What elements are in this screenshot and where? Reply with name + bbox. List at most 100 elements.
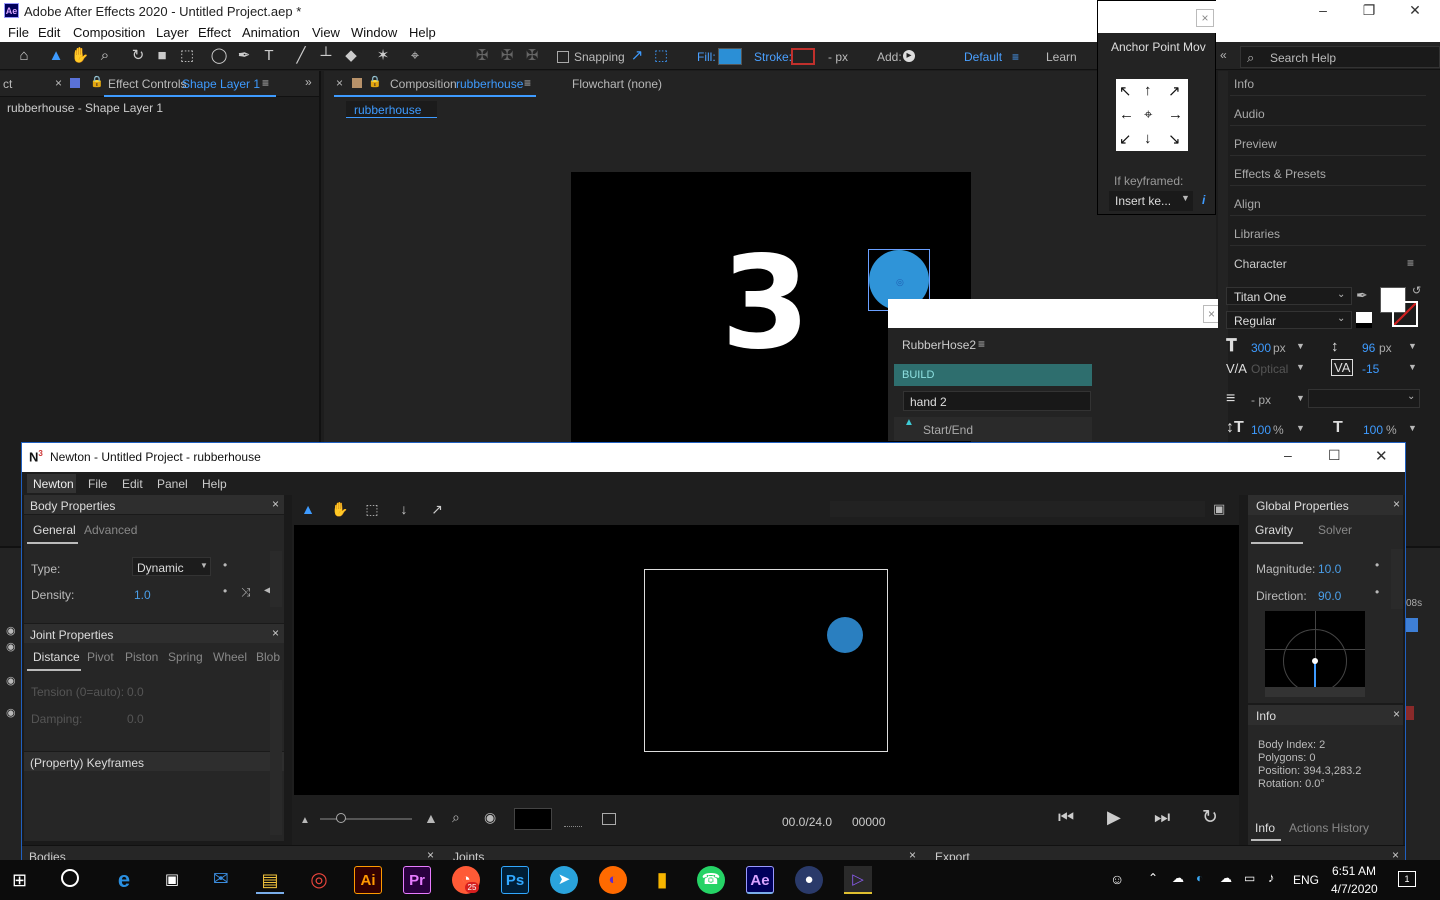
workspace-menu-icon[interactable]: ≡	[1012, 50, 1019, 64]
body-properties-close-icon[interactable]: ×	[272, 497, 279, 511]
arrow-w-icon[interactable]: ←	[1119, 106, 1134, 123]
start-end-row[interactable]: ▲ Start/End	[894, 417, 1092, 441]
newton-menu-panel[interactable]: Panel	[157, 477, 188, 491]
chevron-down-icon[interactable]: ▼	[1408, 362, 1417, 372]
newton-maximize-icon[interactable]: ☐	[1328, 447, 1341, 464]
number-three-text[interactable]: 3	[721, 234, 810, 374]
loop-icon[interactable]: ↻	[1202, 806, 1218, 829]
tab-gravity[interactable]: Gravity	[1251, 518, 1303, 544]
snapping-checkbox[interactable]	[557, 51, 569, 63]
photoshop-icon[interactable]: Ps	[501, 866, 529, 894]
hose-name-input[interactable]: hand 2	[903, 391, 1091, 411]
tab-solver[interactable]: Solver	[1318, 523, 1352, 537]
arrow-nw-icon[interactable]: ↖	[1119, 82, 1132, 100]
menu-file[interactable]: File	[8, 25, 29, 40]
zoom-tool-icon[interactable]: ⌕	[95, 46, 115, 66]
newton-menu-newton[interactable]: Newton	[27, 474, 76, 493]
step-forward-icon[interactable]: ⏭	[1154, 807, 1170, 828]
density-value[interactable]: 1.0	[134, 588, 151, 602]
font-size-value[interactable]: 300	[1251, 341, 1271, 355]
font-family-dropdown[interactable]: Titan One ⌄	[1226, 287, 1352, 305]
joint-properties-close-icon[interactable]: ×	[272, 626, 279, 640]
zoom-slider-track[interactable]	[320, 818, 412, 820]
premiere-icon[interactable]: Pr	[403, 866, 431, 894]
snap-edges-icon[interactable]: ↗	[627, 46, 647, 66]
panel-align[interactable]: Align	[1234, 197, 1261, 211]
anchor-close-icon[interactable]: ×	[1196, 9, 1214, 27]
menu-help[interactable]: Help	[409, 25, 436, 40]
zoom-out-icon[interactable]: ▲	[300, 815, 310, 826]
newton-close-icon[interactable]: ✕	[1375, 447, 1388, 465]
zoom-in-icon[interactable]: ▲	[424, 810, 438, 826]
menu-window[interactable]: Window	[351, 25, 397, 40]
rotation-tool-icon[interactable]: ↻	[128, 46, 148, 66]
keyframe-dot-icon[interactable]: •	[223, 558, 227, 572]
tab-pivot[interactable]: Pivot	[87, 650, 114, 664]
newton-hand-tool-icon[interactable]: ✋	[330, 499, 350, 519]
global-properties-close-icon[interactable]: ×	[1393, 497, 1400, 511]
stroke-color-box[interactable]	[1392, 301, 1418, 327]
kerning-value[interactable]: Optical	[1251, 362, 1288, 376]
selection-tool-icon[interactable]: ▲	[46, 46, 66, 66]
background-color-swatch[interactable]	[514, 808, 552, 830]
chevron-down-icon[interactable]: ▼	[1408, 341, 1417, 351]
newton-marquee-tool-icon[interactable]: ⬚	[362, 499, 382, 519]
comp-breadcrumb-tab[interactable]: rubberhouse	[346, 101, 437, 118]
tab-actions-history[interactable]: Actions History	[1289, 821, 1369, 835]
tray-cloud-icon[interactable]: ☁	[1220, 871, 1232, 885]
tab-wheel[interactable]: Wheel	[213, 650, 247, 664]
tray-chevron-up-icon[interactable]: ⌃	[1148, 871, 1158, 885]
damping-value[interactable]: 0.0	[127, 712, 144, 726]
menu-animation[interactable]: Animation	[242, 25, 300, 40]
chevron-down-icon[interactable]: ▼	[1296, 341, 1305, 351]
newton-menu-file[interactable]: File	[88, 477, 107, 491]
play-icon[interactable]: ▶	[1107, 807, 1121, 828]
black-white-swatch-icon[interactable]	[1356, 312, 1372, 328]
add-button[interactable]: ▸	[903, 50, 915, 62]
camera-tool-icon[interactable]: ■	[152, 46, 172, 66]
preview-eye-icon[interactable]: ◉	[484, 809, 496, 826]
panel-preview[interactable]: Preview	[1234, 137, 1277, 151]
horizontal-scale-value[interactable]: 100	[1363, 423, 1383, 437]
eraser-tool-icon[interactable]: ◆	[341, 46, 361, 66]
tray-volume-icon[interactable]: ♪	[1268, 870, 1275, 885]
cinema4d-icon[interactable]: ●	[795, 866, 823, 894]
shuffle-icon[interactable]: ⤨	[241, 585, 251, 600]
chevron-down-icon[interactable]: ▼	[1408, 423, 1417, 433]
pen-tool-icon[interactable]: ✒	[234, 46, 254, 66]
telegram-icon[interactable]: ➤	[550, 866, 578, 894]
comp-lock-icon[interactable]: 🔒	[368, 75, 382, 88]
newton-select-tool-icon[interactable]: ▲	[298, 499, 318, 519]
physics-body-circle[interactable]	[827, 617, 863, 653]
panel-libraries[interactable]: Libraries	[1234, 227, 1280, 241]
windows-start-icon[interactable]: ⊞	[12, 870, 27, 891]
panel-menu-icon[interactable]: ≡	[262, 76, 269, 90]
close-comp-tab-icon[interactable]: ×	[336, 76, 343, 90]
chevron-down-icon[interactable]: ▼	[1296, 393, 1305, 403]
home-icon[interactable]: ⌂	[14, 46, 34, 66]
newton-taskbar-icon[interactable]: ▷	[844, 866, 872, 894]
arrow-e-icon[interactable]: →	[1168, 106, 1183, 123]
restore-icon[interactable]: ❐	[1346, 0, 1392, 22]
visibility-eye-icon[interactable]: ◉	[6, 640, 16, 653]
menu-composition[interactable]: Composition	[73, 25, 145, 40]
newton-simulation-canvas[interactable]	[294, 525, 1239, 795]
anchor-point-icon[interactable]: ◎	[896, 277, 904, 288]
center-target-icon[interactable]: ⌖	[1144, 106, 1152, 123]
flowchart-tab[interactable]: Flowchart (none)	[572, 77, 662, 91]
chevron-down-icon[interactable]: ▼	[1296, 362, 1305, 372]
pan-behind-tool-icon[interactable]: ⬚	[177, 46, 197, 66]
swap-colors-icon[interactable]: ↺	[1412, 284, 1421, 297]
visibility-eye-icon[interactable]: ◉	[6, 706, 16, 719]
project-tab-cut[interactable]: ct	[3, 77, 12, 91]
timeline-layer-bar[interactable]	[1406, 618, 1418, 632]
edge-browser-icon[interactable]: e	[110, 866, 138, 894]
direction-value[interactable]: 90.0	[1318, 589, 1341, 603]
panel-audio[interactable]: Audio	[1234, 107, 1265, 121]
newton-joint-tool-icon[interactable]: ↗	[427, 499, 447, 519]
zoom-slider-handle[interactable]	[336, 813, 346, 823]
info-icon[interactable]: i	[1202, 193, 1205, 207]
body-props-scrollbar[interactable]	[270, 551, 282, 607]
frame-toggle-icon[interactable]	[602, 813, 616, 825]
brush-tool-icon[interactable]: ╱	[291, 46, 311, 66]
